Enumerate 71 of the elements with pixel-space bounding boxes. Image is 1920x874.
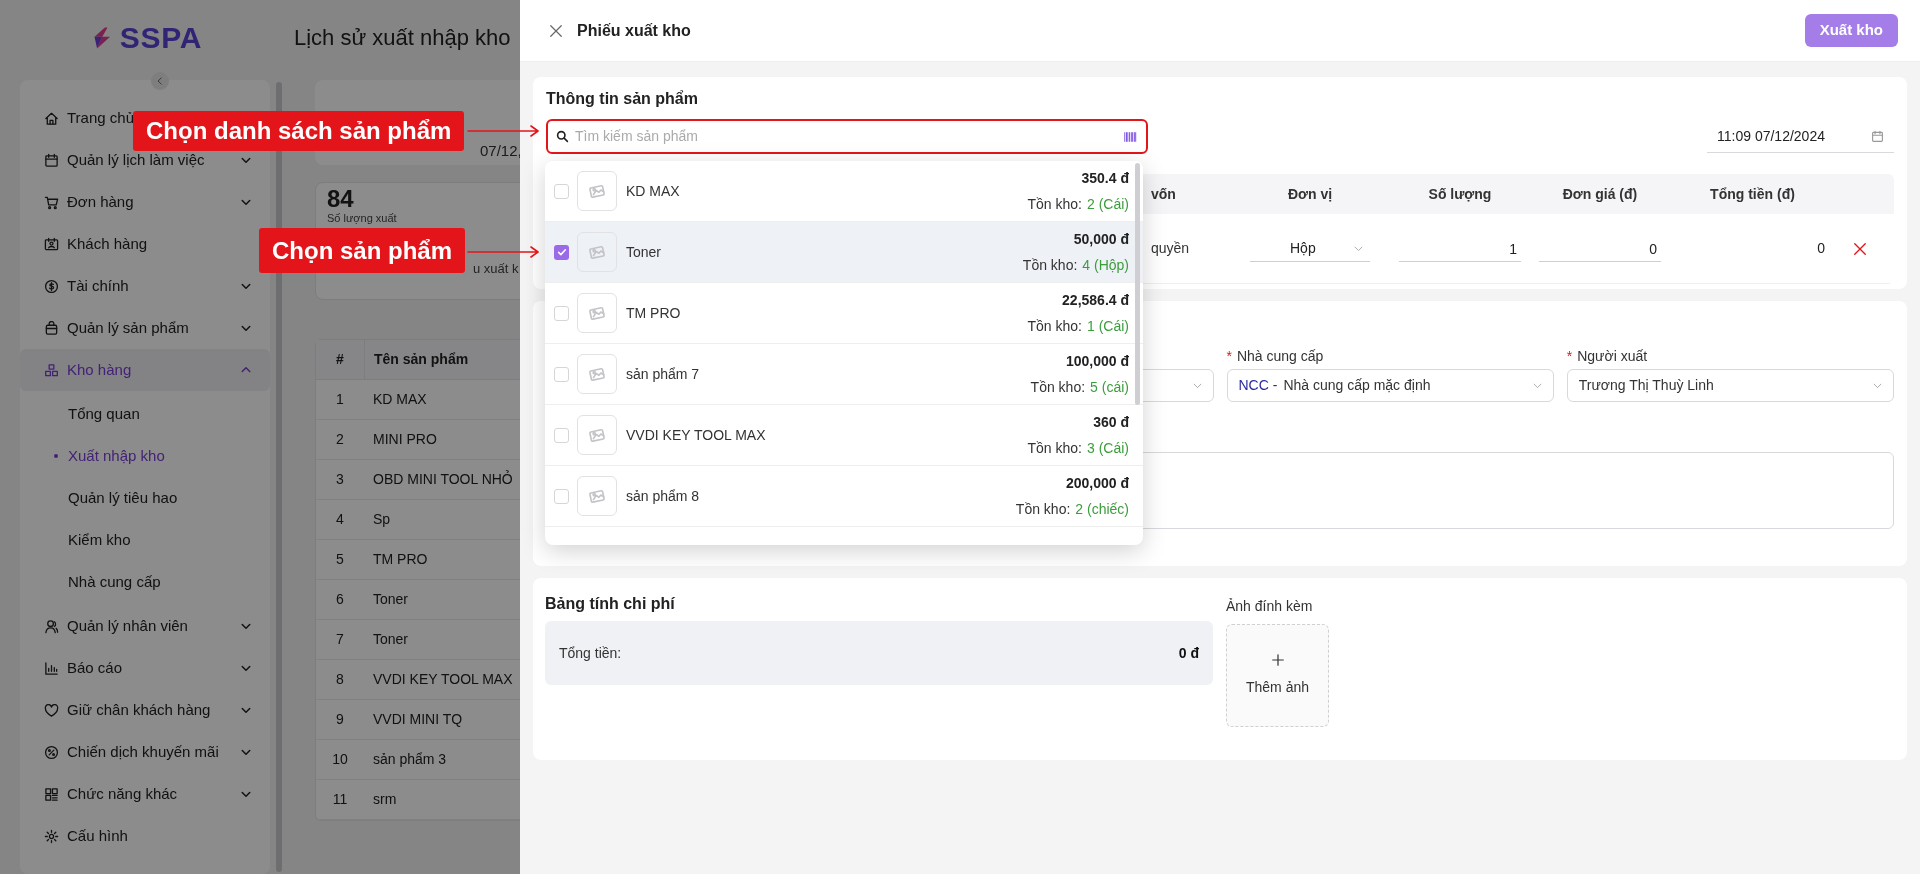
table-cell-text: OBD MINI TOOL NHỎ: [373, 469, 513, 489]
table-cell-text: VVDI MINI TQ: [373, 710, 463, 729]
option-price: 100,000 đ: [1065, 351, 1129, 371]
stat-label: Số lượng xuất: [327, 212, 397, 225]
table-cell-text: srm: [373, 790, 397, 809]
required-mark: *: [1226, 347, 1232, 366]
table-cell-text: MINI PRO: [373, 430, 437, 449]
table-cell-text: VVDI KEY TOOL MAX: [373, 670, 513, 689]
table-cell-text: 6: [335, 590, 345, 609]
stock-label: Tồn kho:: [1022, 255, 1078, 275]
table-cell-text: 8: [335, 670, 345, 689]
table-cell-text: KD MAX: [373, 390, 427, 409]
column-text: u xuất k: [473, 260, 519, 278]
stock-value: 3 (Cái): [1087, 438, 1129, 458]
stock-value: 5 (cái): [1090, 377, 1129, 397]
option-price: 200,000 đ: [1065, 473, 1129, 493]
table-cell-text: 2: [335, 430, 345, 449]
stock-label: Tồn kho:: [1027, 438, 1082, 458]
table-cell-text: Toner: [373, 630, 409, 649]
stock-value: 1 (Cái): [1087, 316, 1129, 336]
table-cell-text: TM PRO: [373, 550, 428, 569]
option-price: 360 đ: [1093, 412, 1129, 432]
page-title: Lịch sử xuất nhập kho: [294, 24, 511, 52]
table-cell-text: 10: [331, 750, 349, 769]
field-label: Người xuất: [1577, 347, 1648, 366]
table-cell-text: quyền: [1151, 239, 1191, 258]
table-cell-text: 1: [335, 390, 345, 409]
table-cell-text: 0: [1816, 239, 1826, 258]
stock-value: 2 (Cái): [1087, 194, 1129, 214]
date-text: 07/12,: [480, 140, 522, 161]
column-header: vốn: [1151, 184, 1177, 204]
table-cell-text: 3: [335, 470, 345, 489]
option-name: Toner: [626, 242, 663, 262]
field-label: Nhà cung cấp: [1236, 347, 1324, 366]
table-cell-text: 9: [335, 710, 345, 729]
stock-label: Tồn kho:: [1027, 316, 1082, 336]
column-header: Tổng tiền (đ): [1709, 184, 1796, 204]
table-cell-text: sản phẩm 3: [373, 750, 447, 769]
total-label: Tổng tiền:: [559, 643, 623, 663]
section-title: Bảng tính chi phí: [545, 594, 676, 614]
callout-tooltip: Chọn sản phẩm: [259, 228, 465, 273]
required-mark: *: [1566, 347, 1573, 366]
stock-label: Tồn kho:: [1027, 194, 1082, 214]
stock-label: Tồn kho:: [1015, 499, 1071, 519]
stock-label: Tồn kho:: [1030, 377, 1086, 397]
table-cell-text: 4: [335, 510, 345, 529]
option-name: sản phẩm 8: [626, 486, 701, 506]
table-cell-text: Sp: [373, 510, 391, 529]
column-header: Đơn vị: [1286, 184, 1334, 204]
attachments-label: Ảnh đính kèm: [1226, 597, 1314, 616]
total-value: 0 đ: [1178, 643, 1199, 663]
option-name: KD MAX: [626, 181, 681, 201]
option-price: 50,000 đ: [1073, 229, 1129, 249]
option-price: 350.4 đ: [1081, 168, 1129, 188]
option-price: 22,586.4 đ: [1062, 290, 1129, 310]
table-cell-text: 5: [335, 550, 345, 569]
stock-value: 4 (Hộp): [1082, 255, 1129, 275]
column-header: Đơn giá (đ): [1561, 184, 1639, 204]
stock-value: 2 (chiếc): [1075, 499, 1129, 519]
option-name: VVDI KEY TOOL MAX: [626, 425, 767, 445]
column-header: Số lượng: [1427, 184, 1493, 204]
table-cell-text: 11: [331, 790, 349, 809]
logo-text: SSPA: [119, 20, 203, 56]
table-cell-text: Toner: [373, 590, 409, 609]
section-title: Thông tin sản phẩm: [546, 89, 699, 109]
column-header: #: [335, 350, 345, 369]
table-cell-text: 7: [335, 630, 345, 649]
option-name: TM PRO: [626, 303, 682, 323]
drawer-title: Phiếu xuất kho: [577, 20, 691, 41]
callout-tooltip: Chọn danh sách sản phẩm: [133, 111, 465, 151]
stat-value: 84: [327, 186, 354, 212]
